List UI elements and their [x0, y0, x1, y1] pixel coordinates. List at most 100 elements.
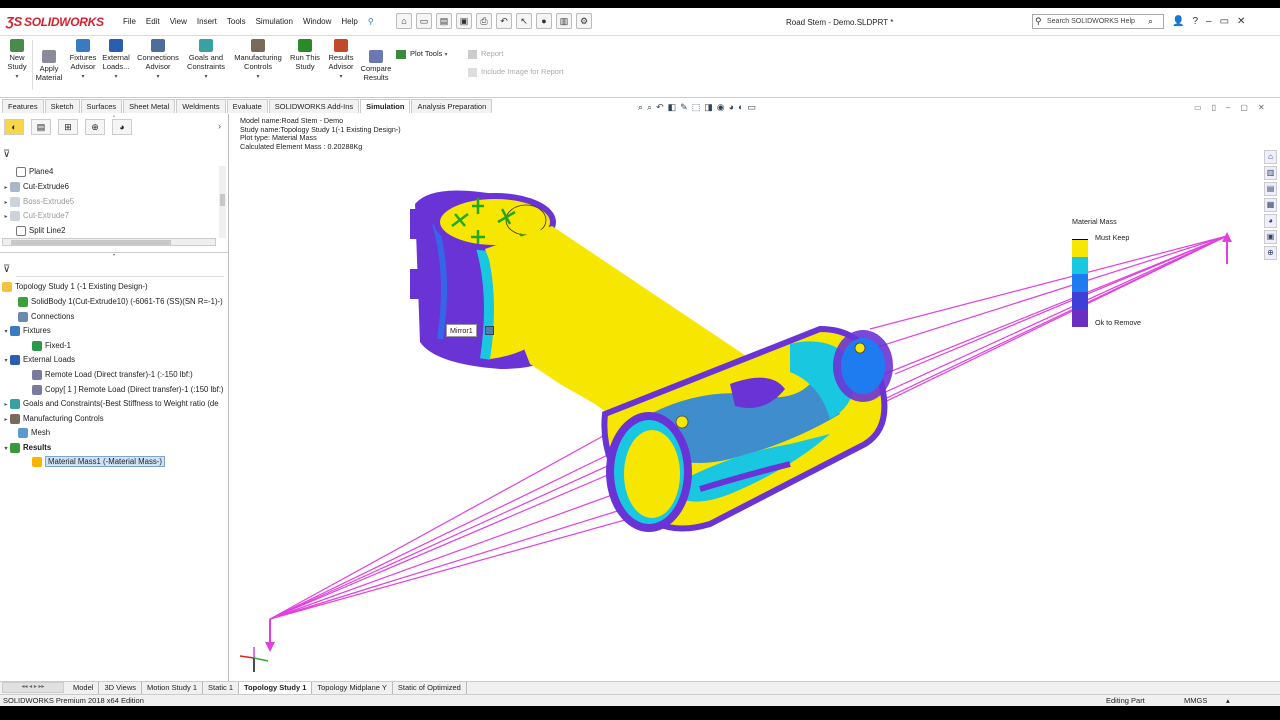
- manufacturing-controls-button[interactable]: Manufacturing Controls ▾: [230, 39, 286, 82]
- view-settings-icon[interactable]: ▭: [747, 102, 756, 113]
- tree-results[interactable]: ▾ Results: [2, 441, 51, 455]
- menu-view[interactable]: View: [165, 17, 192, 26]
- filter-icon[interactable]: ⊽: [3, 149, 10, 160]
- filter-icon[interactable]: ⊽: [3, 264, 10, 275]
- viewport-minimize-icon[interactable]: ▭: [1194, 103, 1202, 112]
- hide-show-icon[interactable]: ◉: [717, 102, 725, 113]
- save-icon[interactable]: ▣: [456, 13, 472, 29]
- menu-window[interactable]: Window: [298, 17, 336, 26]
- expand-arrow-icon[interactable]: ▸: [2, 210, 10, 224]
- search-scope-icon[interactable]: ⚲: [1035, 15, 1042, 28]
- propertymanager-tab-icon[interactable]: ▤: [31, 119, 51, 135]
- new-document-icon[interactable]: ▭: [416, 13, 432, 29]
- tab-motion-study-1[interactable]: Motion Study 1: [142, 682, 204, 694]
- solidworks-forum-icon[interactable]: ⊕: [1264, 246, 1277, 260]
- tree-fixed-1[interactable]: Fixed-1: [32, 339, 71, 353]
- zoom-area-icon[interactable]: ⌕: [647, 102, 652, 113]
- tree-topology-study[interactable]: Topology Study 1 (-1 Existing Design-): [2, 280, 148, 294]
- tab-static-1[interactable]: Static 1: [203, 682, 240, 694]
- open-icon[interactable]: ▤: [436, 13, 452, 29]
- viewport-restore-icon[interactable]: –: [1226, 103, 1230, 112]
- fixtures-advisor-button[interactable]: Fixtures Advisor ▾: [68, 39, 98, 82]
- restore-icon[interactable]: ▭: [1220, 16, 1229, 27]
- menu-tools[interactable]: Tools: [222, 17, 251, 26]
- solidworks-logo[interactable]: ƷS SOLIDWORKS: [6, 14, 104, 29]
- search-input[interactable]: ⚲ Search SOLIDWORKS Help ⌕: [1032, 14, 1164, 29]
- apply-scene-icon[interactable]: ◐: [738, 102, 743, 113]
- menu-simulation[interactable]: Simulation: [251, 17, 298, 26]
- run-study-button[interactable]: Run This Study: [288, 39, 322, 71]
- view-orientation-icon[interactable]: ⬚: [692, 102, 701, 113]
- include-image-button[interactable]: Include Image for Report: [468, 67, 564, 77]
- tab-weldments[interactable]: Weldments: [176, 99, 226, 113]
- graphics-area[interactable]: Model name:Road Stem - Demo Study name:T…: [230, 114, 1280, 686]
- minimize-icon[interactable]: –: [1206, 16, 1212, 27]
- select-icon[interactable]: ↖: [516, 13, 532, 29]
- units-selector[interactable]: MMGS: [1184, 695, 1207, 706]
- results-advisor-button[interactable]: Results Advisor ▾: [325, 39, 357, 82]
- view-palette-icon[interactable]: ▦: [1264, 198, 1277, 212]
- tree-solidbody[interactable]: SolidBody 1(Cut-Extrude10) (-6061-T6 (SS…: [18, 295, 223, 309]
- tab-static-of-optimized[interactable]: Static of Optimized: [393, 682, 467, 694]
- tree-manufacturing-controls[interactable]: ▸ Manufacturing Controls: [2, 412, 104, 426]
- tree-copy-remote-load[interactable]: Copy[ 1 ] Remote Load (Direct transfer)-…: [32, 383, 224, 397]
- appearances-icon[interactable]: ◕: [1264, 214, 1277, 228]
- close-icon[interactable]: ✕: [1237, 16, 1245, 27]
- tree-goals-constraints[interactable]: ▸ Goals and Constraints(-Best Stiffness t…: [2, 397, 219, 411]
- expand-arrow-icon[interactable]: ▸: [2, 181, 10, 195]
- tab-topology-midplane-y[interactable]: Topology Midplane Y: [312, 682, 393, 694]
- tree-item-boss-extrude5[interactable]: ▸ Boss-Extrude5: [2, 195, 74, 209]
- tab-addins[interactable]: SOLIDWORKS Add-Ins: [268, 99, 360, 113]
- tree-item-cut-extrude6[interactable]: ▸ Cut-Extrude6: [2, 180, 69, 194]
- rebuild-icon[interactable]: ●: [536, 13, 552, 29]
- feature-tree-scrollbar[interactable]: [219, 166, 226, 238]
- goals-constraints-button[interactable]: Goals and Constraints ▾: [184, 39, 228, 82]
- tree-item-plane4[interactable]: Plane4: [8, 165, 53, 179]
- viewport-maximize-icon[interactable]: ▢: [1240, 103, 1248, 112]
- expand-arrow-icon[interactable]: ▸: [2, 413, 10, 427]
- chevron-right-icon[interactable]: ›: [218, 121, 221, 131]
- feature-tree-horizontal-scrollbar[interactable]: [2, 238, 216, 246]
- menu-help[interactable]: Help: [336, 17, 362, 26]
- expand-arrow-icon[interactable]: ▸: [2, 196, 10, 210]
- display-manager-tab-icon[interactable]: ◕: [112, 119, 132, 135]
- search-icon[interactable]: ⌕: [1148, 15, 1153, 28]
- collapse-arrow-icon[interactable]: ▾: [2, 354, 10, 368]
- zoom-to-fit-icon[interactable]: ⌕: [638, 102, 643, 113]
- menu-insert[interactable]: Insert: [192, 17, 222, 26]
- new-study-button[interactable]: New Study ▾: [6, 39, 28, 82]
- file-properties-icon[interactable]: ▥: [556, 13, 572, 29]
- tree-item-split-line2[interactable]: Split Line2: [8, 224, 65, 238]
- external-loads-button[interactable]: External Loads... ▾: [101, 39, 131, 82]
- tree-mesh[interactable]: Mesh: [18, 426, 50, 440]
- expand-arrow-icon[interactable]: ▸: [2, 398, 10, 412]
- tab-surfaces[interactable]: Surfaces: [80, 99, 123, 113]
- help-icon[interactable]: ?: [1192, 16, 1198, 27]
- tab-simulation[interactable]: Simulation: [360, 99, 411, 113]
- tree-item-cut-extrude7[interactable]: ▸ Cut-Extrude7: [2, 209, 69, 223]
- plot-tools-button[interactable]: Plot Tools ▾: [396, 49, 448, 59]
- tab-model[interactable]: Model: [68, 682, 100, 694]
- viewport-tile-icon[interactable]: ▯: [1212, 103, 1216, 112]
- display-style-icon[interactable]: ◨: [704, 102, 713, 113]
- resources-home-icon[interactable]: ⌂: [1264, 150, 1277, 164]
- tab-evaluate[interactable]: Evaluate: [226, 99, 268, 113]
- simulation-tree-filter-input[interactable]: [16, 265, 224, 277]
- tab-analysis-preparation[interactable]: Analysis Preparation: [411, 99, 493, 113]
- mirror-feature-icon[interactable]: [485, 326, 494, 335]
- custom-properties-icon[interactable]: ▣: [1264, 230, 1277, 244]
- tree-external-loads[interactable]: ▾ External Loads: [2, 353, 75, 367]
- previous-view-icon[interactable]: ↶: [656, 102, 664, 113]
- pin-icon[interactable]: ⚲: [363, 17, 379, 26]
- options-gear-icon[interactable]: ⚙: [576, 13, 592, 29]
- tab-sketch[interactable]: Sketch: [44, 99, 80, 113]
- viewport-close-icon[interactable]: ✕: [1258, 103, 1265, 112]
- connections-advisor-button[interactable]: Connections Advisor ▾: [136, 39, 180, 82]
- collapse-arrow-icon[interactable]: ▾: [2, 325, 10, 339]
- tree-connections[interactable]: Connections: [18, 310, 74, 324]
- tab-3d-views[interactable]: 3D Views: [99, 682, 142, 694]
- menu-edit[interactable]: Edit: [141, 17, 165, 26]
- dynamic-annotation-icon[interactable]: ✎: [680, 102, 688, 113]
- design-library-icon[interactable]: ▥: [1264, 166, 1277, 180]
- section-view-icon[interactable]: ◧: [668, 102, 677, 113]
